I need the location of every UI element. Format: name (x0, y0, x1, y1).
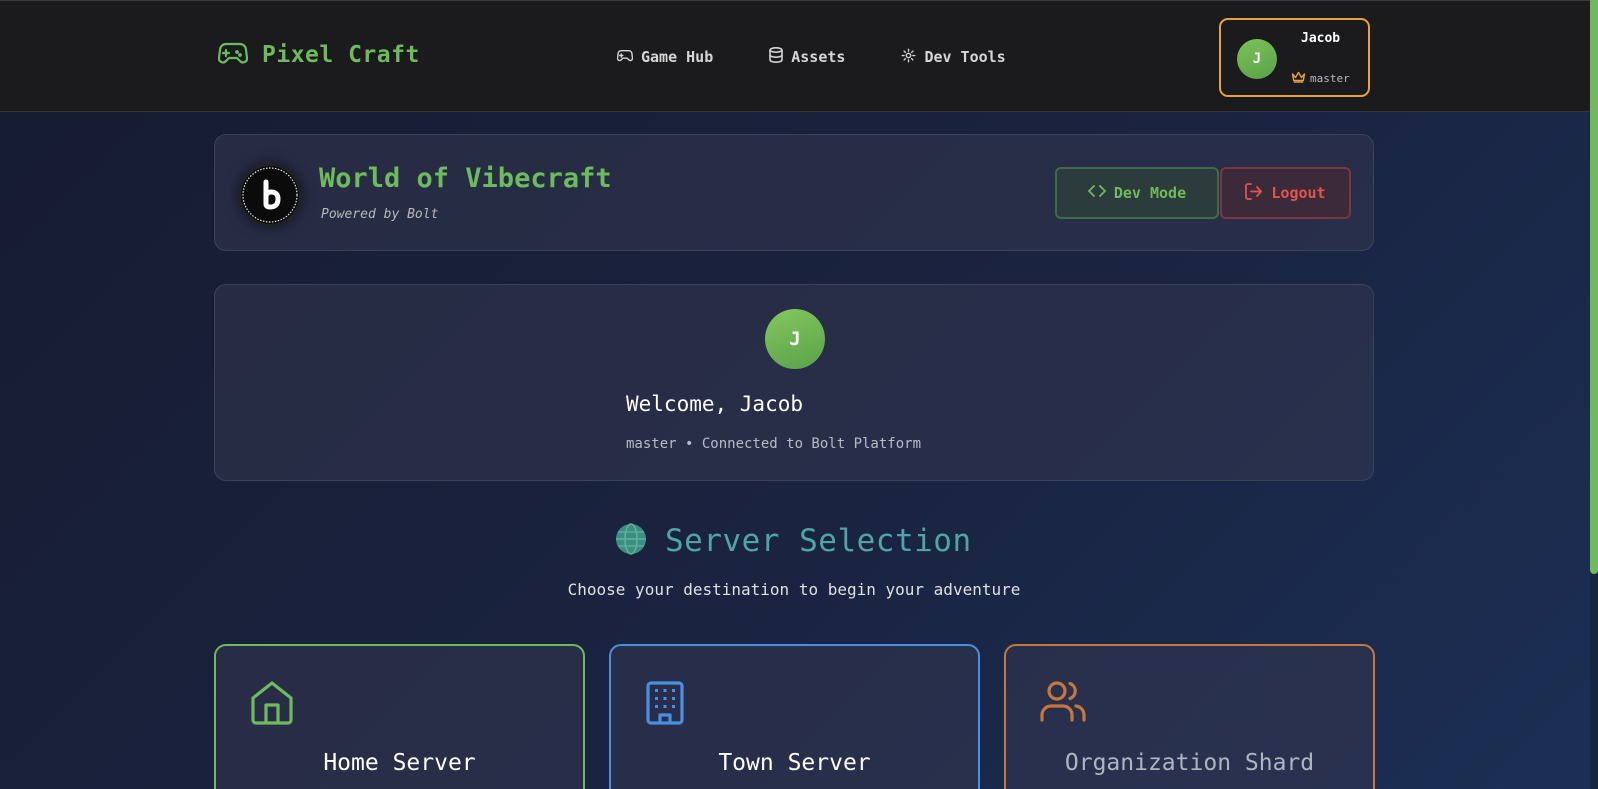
top-navbar: Pixel Craft Game Hub Assets Dev Tools J … (0, 0, 1590, 112)
user-name: Jacob (1301, 31, 1341, 46)
game-title: World of Vibecraft (319, 163, 612, 194)
bolt-logo-icon (239, 164, 301, 226)
server-name: Organization Shard (1064, 750, 1315, 776)
server-card-home[interactable]: Home Server (214, 644, 585, 789)
section-subtitle: Choose your destination to begin your ad… (567, 580, 1021, 599)
server-selection-title: Server Selection (615, 523, 972, 559)
dev-mode-label: Dev Mode (1113, 184, 1187, 202)
server-card-organization[interactable]: Organization Shard (1004, 644, 1375, 789)
server-card-town[interactable]: Town Server (609, 644, 980, 789)
avatar: J (765, 309, 825, 369)
dev-mode-button[interactable]: Dev Mode (1055, 167, 1219, 219)
gamepad-icon (217, 41, 249, 69)
users-icon (1040, 680, 1086, 726)
user-role: master (1291, 71, 1350, 86)
crown-icon (1291, 71, 1306, 86)
avatar: J (1237, 39, 1277, 79)
nav-item-label: Assets (791, 48, 846, 66)
logout-button[interactable]: Logout (1220, 167, 1351, 219)
welcome-greeting: Welcome, Jacob (626, 392, 804, 416)
user-role-label: master (1310, 72, 1350, 85)
home-icon (250, 680, 294, 730)
gear-icon (901, 48, 916, 67)
nav-item-label: Game Hub (641, 48, 714, 66)
brand-name: Pixel Craft (262, 42, 420, 68)
logout-label: Logout (1271, 184, 1326, 202)
nav-item-dev-tools[interactable]: Dev Tools (901, 47, 1006, 67)
code-icon (1087, 184, 1106, 202)
user-profile-chip[interactable]: J Jacob master (1219, 18, 1370, 97)
connection-status: master • Connected to Bolt Platform (626, 436, 922, 452)
brand[interactable]: Pixel Craft (217, 41, 420, 69)
scrollbar-thumb[interactable] (1590, 0, 1598, 574)
logout-icon (1245, 182, 1263, 204)
main-nav: Game Hub Assets Dev Tools (616, 46, 1062, 67)
globe-icon (615, 523, 647, 559)
game-header-panel: World of Vibecraft Powered by Bolt Dev M… (214, 134, 1374, 251)
server-name: Town Server (718, 750, 871, 776)
section-title: Server Selection (665, 523, 972, 559)
game-subtitle: Powered by Bolt (321, 207, 439, 222)
database-icon (769, 46, 784, 67)
server-name: Home Server (323, 750, 476, 776)
building-icon (645, 680, 685, 730)
nav-item-label: Dev Tools (924, 48, 1006, 66)
gamepad-icon (616, 48, 634, 66)
welcome-panel: J Welcome, Jacob master • Connected to B… (214, 284, 1374, 481)
nav-item-game-hub[interactable]: Game Hub (616, 47, 714, 67)
nav-item-assets[interactable]: Assets (769, 46, 846, 67)
